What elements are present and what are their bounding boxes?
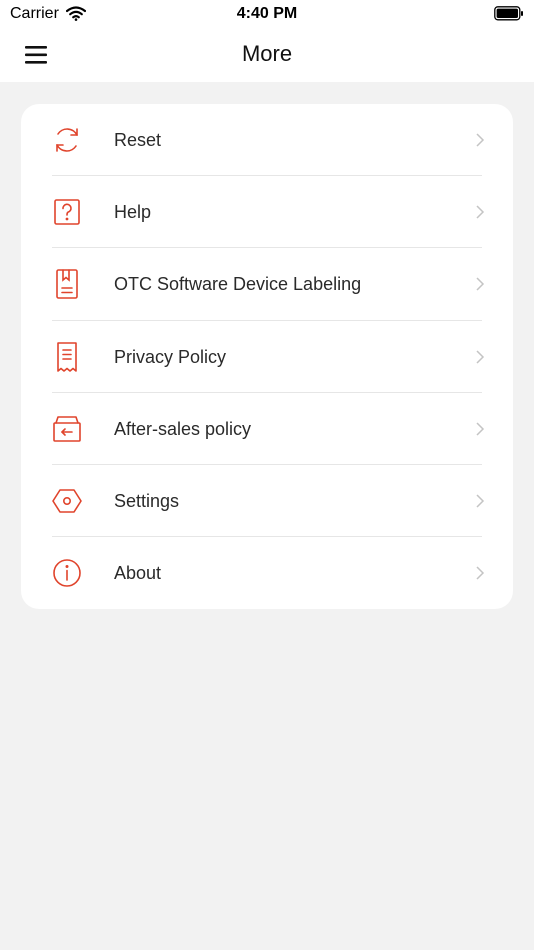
menu-item-about[interactable]: About bbox=[21, 537, 513, 609]
chevron-right-icon bbox=[476, 494, 485, 508]
menu-item-label: Privacy Policy bbox=[114, 346, 227, 367]
battery-icon bbox=[494, 6, 523, 21]
menu-item-help[interactable]: Help bbox=[21, 176, 513, 249]
menu-item-reset[interactable]: Reset bbox=[21, 104, 513, 177]
menu-item-otc-software-device-labeling[interactable]: OTC Software Device Labeling bbox=[21, 248, 513, 321]
menu-item-label: Reset bbox=[114, 130, 162, 150]
status-bar: Carrier 4:40 PM bbox=[0, 0, 534, 28]
info-icon bbox=[53, 559, 81, 587]
chevron-right-icon bbox=[476, 422, 485, 436]
chevron-right-icon bbox=[476, 205, 485, 219]
menu-item-label: Help bbox=[114, 202, 152, 223]
return-box-icon bbox=[53, 415, 81, 442]
menu-item-after-sales-policy[interactable]: After-sales policy bbox=[21, 393, 513, 465]
reset-icon bbox=[56, 128, 78, 152]
menu-item-privacy-policy[interactable]: Privacy Policy bbox=[21, 321, 513, 393]
hexagon-settings-icon bbox=[52, 489, 82, 513]
menu-item-settings[interactable]: Settings bbox=[21, 465, 513, 538]
help-icon bbox=[54, 199, 80, 225]
chevron-right-icon bbox=[476, 350, 485, 364]
menu-card: Reset Help OTC Software Device Labeling bbox=[21, 104, 513, 609]
status-time: 4:40 PM bbox=[236, 5, 298, 22]
menu-item-label: About bbox=[114, 563, 162, 584]
menu-item-label: OTC Software Device Labeling bbox=[114, 274, 362, 295]
label-document-icon bbox=[56, 269, 78, 300]
receipt-icon bbox=[57, 341, 77, 372]
menu-item-label: After-sales policy bbox=[114, 418, 252, 439]
nav-bar: More bbox=[0, 28, 534, 82]
menu-item-label: Settings bbox=[114, 490, 180, 511]
chevron-right-icon bbox=[476, 277, 485, 291]
chevron-right-icon bbox=[476, 566, 485, 580]
page-title: More bbox=[241, 41, 293, 66]
chevron-right-icon bbox=[476, 133, 485, 147]
